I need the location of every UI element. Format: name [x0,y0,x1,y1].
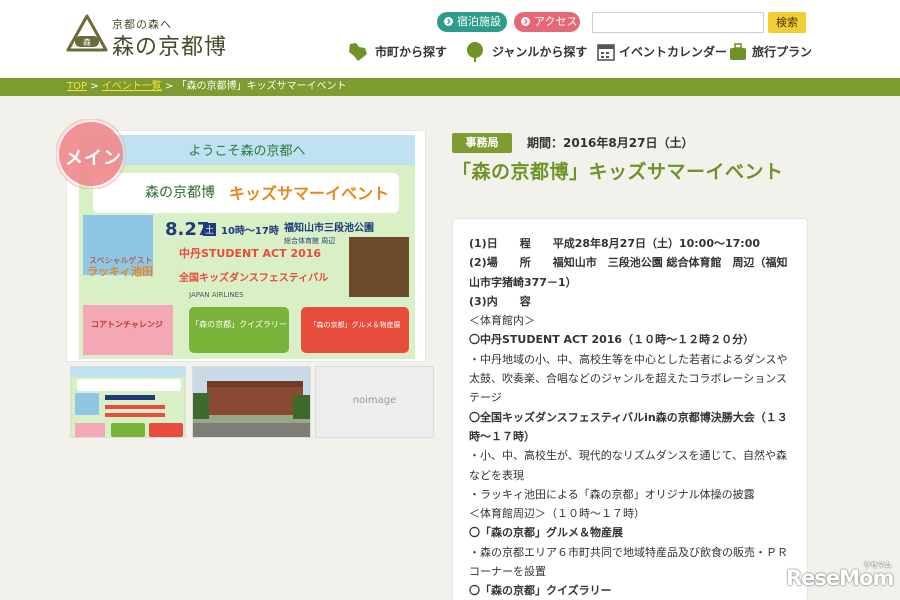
detail-line: (1)日 程 平成28年8月27日（土）10:00～17:00 [469,237,761,250]
nav-travel-plan[interactable]: 旅行プラン [728,42,818,62]
watermark-small: リセマム [863,561,892,569]
thumbnail-venue[interactable] [192,366,311,438]
detail-line: (3)内 容 [469,294,531,308]
nav-genre[interactable]: ジャンルから探す [464,42,588,62]
poster-date: 8.27 [165,219,209,240]
detail-line: 〇「森の京都」クイズラリー [469,584,612,598]
poster-guest-label: スペシャルゲスト [89,255,152,265]
access-label: アクセス [534,15,578,28]
search-input[interactable] [592,12,764,33]
noimage-label: noimage [352,395,397,406]
calendar-icon [597,44,615,61]
nav-genre-label: ジャンルから探す [492,45,588,59]
poster-box2: 「森の京都」グルメ＆物産展 [310,320,401,329]
detail-line: 〇中丹STUDENT ACT 2016（１０時～１２時２０分） [469,333,755,347]
arrow-right-icon [521,17,530,26]
poster-welcome: ようこそ森の京都へ [188,144,305,159]
poster-box1: 「森の京都」クイズラリー [191,319,287,329]
nav-event-calendar[interactable]: イベントカレンダー [597,42,727,62]
detail-line: ・小、中、高校生が、現代的なリズムダンスを通じて、自然や森などを表現 [469,449,788,482]
site-header: 森 京都の森へ 森の京都博 宿泊施設 アクセス 検索 市町から探す ジャンルから… [0,0,900,78]
detail-line: ＜体育館周辺＞（１０時～１７時） [469,507,645,521]
event-poster: ようこそ森の京都へ 森の京都博 キッズサマーイベント スペシャルゲスト ラッキィ… [79,135,415,359]
suitcase-icon [730,43,746,60]
nav-city-label: 市町から探す [375,45,448,59]
breadcrumb-events[interactable]: イベント一覧 [102,81,162,92]
poster-venue: 福知山市三段池公園 [283,221,374,234]
poster-venue-sub: 総合体育館 周辺 [284,236,335,245]
access-button[interactable]: アクセス [514,12,580,32]
svg-text:森: 森 [83,37,91,47]
event-period: 期間：2016年8月27日（土） [527,136,694,150]
resemom-watermark: ReseMom リセマム [786,561,894,590]
map-pin-icon [349,43,367,61]
breadcrumb-separator: > [164,81,174,92]
detail-line: ＜体育館内＞ [469,314,535,328]
poster-brand: 森の京都博 [145,184,215,201]
site-logo[interactable]: 森 京都の森へ 森の京都博 [66,14,236,60]
detail-line: 〇「森の京都」グルメ＆物産展 [469,526,623,540]
lodging-label: 宿泊施設 [457,15,501,28]
badge-label: メイン [65,148,122,169]
poster-day: 土 [205,224,214,236]
logo-title: 森の京都博 [112,35,228,60]
lodging-button[interactable]: 宿泊施設 [437,12,507,32]
poster-airline: JAPAN AIRLINES [188,291,244,299]
poster-act2: 全国キッズダンスフェスティバル [178,271,328,284]
nav-event-label: イベントカレンダー [619,45,728,59]
poster-act1: 中丹STUDENT ACT 2016 [179,246,321,260]
detail-line: 〇全国キッズダンスフェスティバルin森の京都博決勝大会（１３時～１７時） [469,410,788,443]
arrow-right-icon [444,17,453,26]
detail-line: ・ラッキィ池田による「森の京都」オリジナル体操の披露 [469,487,755,501]
thumbnail-venue-image [193,367,310,437]
main-image-badge: メイン [55,118,127,190]
event-details: (1)日 程 平成28年8月27日（土）10:00～17:00 (2)場 所 福… [452,218,808,600]
poster-headline: キッズサマーイベント [229,184,389,203]
organizer-tag: 事務局 [452,133,512,153]
breadcrumb: TOP > イベント一覧 > 「森の京都博」キッズサマーイベント [0,78,900,96]
search-button[interactable]: 検索 [768,12,806,33]
poster-box3: コアトンチャレンジ [91,320,163,329]
tree-icon [467,42,483,62]
poster-guest: ラッキィ池田 [87,264,153,278]
thumbnail-noimage[interactable]: noimage [315,366,434,438]
page-title: 「森の京都博」キッズサマーイベント [452,161,784,183]
breadcrumb-top[interactable]: TOP [67,81,87,92]
nav-plan-label: 旅行プラン [752,45,813,59]
detail-line: ・中丹地域の小、中、高校生等を中心とした若者によるダンスや太鼓、吹奏楽、合唱など… [469,352,788,405]
detail-line: (2)場 所 福知山市 三段池公園 総合体育館 周辺（福知山市字猪崎377－1） [469,256,788,289]
breadcrumb-separator: > [90,81,99,92]
thumbnail-poster-image [71,367,185,437]
breadcrumb-current: 「森の京都博」キッズサマーイベント [176,81,347,92]
thumbnail-poster[interactable] [70,366,186,438]
mountain-logo-icon: 森 [66,14,108,52]
detail-line: ・森の京都エリア６市町共同で地域特産品及び飲食の販売・ＰＲコーナーを設置 [469,545,788,579]
poster-time: 10時〜17時 [221,224,279,237]
nav-city[interactable]: 市町から探す [347,42,457,62]
